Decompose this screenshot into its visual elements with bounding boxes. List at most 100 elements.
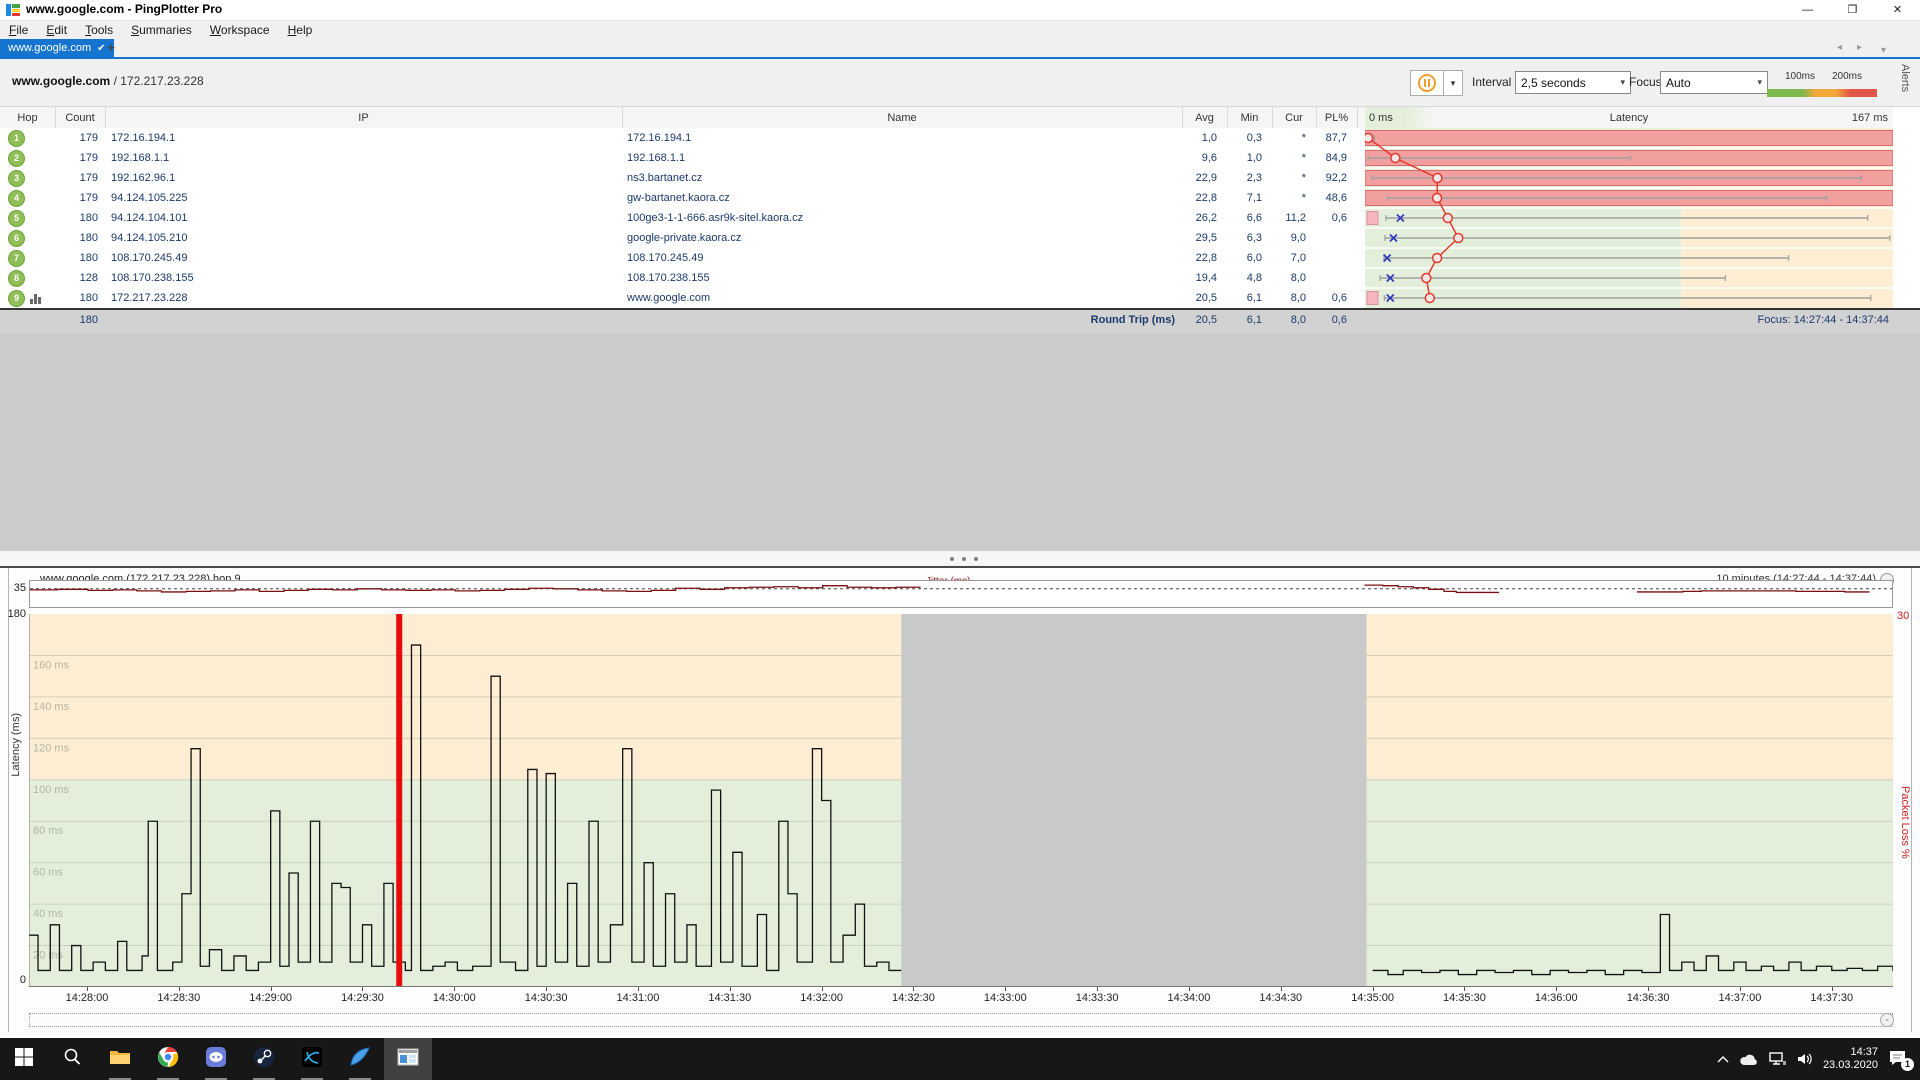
- time-tick-label: 14:30:30: [514, 992, 578, 1004]
- time-tick-label: 14:28:00: [55, 992, 119, 1004]
- time-tick: [1005, 987, 1006, 991]
- pause-button[interactable]: [1410, 70, 1444, 96]
- cell-min: 4,8: [1227, 268, 1262, 288]
- restore-button[interactable]: ❐: [1830, 0, 1875, 20]
- taskbar-steam-button[interactable]: [240, 1038, 288, 1080]
- tab-bar: www.google.com ✔ + ◂ ▸ ▾: [0, 39, 1920, 59]
- focus-value: Auto: [1666, 76, 1691, 90]
- network-icon[interactable]: [1769, 1052, 1787, 1066]
- onedrive-icon[interactable]: [1739, 1053, 1759, 1066]
- tab-more-icon[interactable]: ▾: [1881, 45, 1886, 56]
- menu-edit[interactable]: Edit: [37, 23, 76, 37]
- menu-tools[interactable]: Tools: [76, 23, 122, 37]
- minimize-button[interactable]: —: [1785, 0, 1830, 20]
- cell-cur: *: [1272, 128, 1306, 148]
- focus-select[interactable]: Auto ▾: [1660, 71, 1768, 94]
- menu-help[interactable]: Help: [279, 23, 322, 37]
- column-header-pl[interactable]: PL%: [1316, 107, 1358, 129]
- empty-area: [0, 333, 1920, 551]
- time-tick-label: 14:37:30: [1800, 992, 1864, 1004]
- cell-name: google-private.kaora.cz: [627, 228, 1177, 248]
- cell-name: www.google.com: [627, 288, 1177, 308]
- splitter-dots-icon: [950, 557, 978, 561]
- menu-file[interactable]: File: [0, 23, 37, 37]
- time-tick: [1373, 987, 1374, 991]
- time-tick: [730, 987, 731, 991]
- cell-avg: 9,6: [1182, 148, 1217, 168]
- cell-name: 192.168.1.1: [627, 148, 1177, 168]
- time-tick: [1556, 987, 1557, 991]
- cell-avg: 20,5: [1182, 288, 1217, 308]
- notification-center-icon[interactable]: 1: [1888, 1049, 1910, 1069]
- cell-count: 180: [55, 248, 98, 268]
- pause-dropdown-button[interactable]: ▾: [1444, 70, 1463, 96]
- cell-ip: 192.162.96.1: [111, 168, 611, 188]
- close-button[interactable]: ✕: [1875, 0, 1920, 20]
- cell-count: 128: [55, 268, 98, 288]
- add-tab-button[interactable]: +: [102, 39, 120, 57]
- taskbar-search-button[interactable]: [48, 1038, 96, 1080]
- menu-workspace[interactable]: Workspace: [201, 23, 279, 37]
- taskbar-wireshark-button[interactable]: [336, 1038, 384, 1080]
- time-tick-label: 14:31:30: [698, 992, 762, 1004]
- time-tick-label: 14:34:00: [1157, 992, 1221, 1004]
- time-tick-label: 14:29:00: [239, 992, 303, 1004]
- scrollbar-grip-icon[interactable]: ⌄: [1880, 1013, 1894, 1027]
- cell-avg: 22,8: [1182, 248, 1217, 268]
- tab-www-google-com[interactable]: www.google.com ✔: [0, 39, 114, 57]
- legend-200ms: 200ms: [1832, 71, 1862, 82]
- volume-icon[interactable]: [1797, 1052, 1813, 1066]
- splitter-handle[interactable]: [0, 551, 1920, 566]
- round-trip-cur: 8,0: [1272, 310, 1306, 333]
- time-tick: [1648, 987, 1649, 991]
- column-header-avg[interactable]: Avg: [1182, 107, 1228, 129]
- timeline-chart-icon[interactable]: [30, 293, 42, 304]
- pingplotter-window: www.google.com - PingPlotter Pro — ❐ ✕ F…: [0, 0, 1920, 1080]
- time-tick-label: 14:37:00: [1708, 992, 1772, 1004]
- time-tick-label: 14:28:30: [147, 992, 211, 1004]
- taskbar-chrome-button[interactable]: [144, 1038, 192, 1080]
- column-header-min[interactable]: Min: [1227, 107, 1273, 129]
- cell-count: 180: [55, 208, 98, 228]
- column-header-ip[interactable]: IP: [105, 107, 623, 129]
- column-header-hop[interactable]: Hop: [0, 107, 56, 129]
- tray-chevron-up-icon[interactable]: [1717, 1055, 1729, 1063]
- time-tick-label: 14:33:00: [973, 992, 1037, 1004]
- column-header-name[interactable]: Name: [622, 107, 1183, 129]
- taskbar-battlenet-button[interactable]: [288, 1038, 336, 1080]
- tab-scroll-left-icon[interactable]: ◂: [1837, 42, 1842, 53]
- time-tick: [1281, 987, 1282, 991]
- cell-min: 6,6: [1227, 208, 1262, 228]
- target-bar: www.google.com / 172.217.23.228 ▾ Interv…: [0, 59, 1920, 107]
- column-header-cur[interactable]: Cur: [1272, 107, 1317, 129]
- cell-avg: 19,4: [1182, 268, 1217, 288]
- alerts-side-tab[interactable]: Alerts: [1899, 64, 1911, 92]
- cell-name: ns3.bartanet.cz: [627, 168, 1177, 188]
- time-axis: 14:28:0014:28:3014:29:0014:29:3014:30:00…: [0, 568, 1920, 1008]
- interval-select[interactable]: 2,5 seconds ▾: [1515, 71, 1631, 94]
- time-tick: [362, 987, 363, 991]
- chrome-icon: [157, 1046, 179, 1073]
- cell-name: 100ge3-1-1-666.asr9k-sitel.kaora.cz: [627, 208, 1177, 228]
- chevron-down-icon: ▾: [1757, 77, 1762, 88]
- explorer-icon: [109, 1048, 131, 1071]
- cell-avg: 29,5: [1182, 228, 1217, 248]
- column-header-latency[interactable]: 0 msLatency167 ms: [1365, 107, 1893, 129]
- time-tick-label: 14:36:30: [1616, 992, 1680, 1004]
- cell-min: 6,1: [1227, 288, 1262, 308]
- cell-cur: *: [1272, 188, 1306, 208]
- chevron-down-icon: ▾: [1620, 77, 1625, 88]
- hop-number-badge: 2: [8, 150, 25, 167]
- column-header-count[interactable]: Count: [55, 107, 106, 129]
- tab-scroll-right-icon[interactable]: ▸: [1857, 42, 1862, 53]
- taskbar-discord-button[interactable]: [192, 1038, 240, 1080]
- cell-cur: *: [1272, 148, 1306, 168]
- cell-cur: 8,0: [1272, 268, 1306, 288]
- taskbar-explorer-button[interactable]: [96, 1038, 144, 1080]
- taskbar-pingplotter-button[interactable]: [384, 1038, 432, 1080]
- taskbar-clock[interactable]: 14:37 23.03.2020: [1823, 1046, 1878, 1072]
- taskbar-start-button[interactable]: [0, 1038, 48, 1080]
- hop-number-badge: 3: [8, 170, 25, 187]
- menu-summaries[interactable]: Summaries: [122, 23, 201, 37]
- horizontal-scrollbar[interactable]: ⌄: [29, 1013, 1893, 1027]
